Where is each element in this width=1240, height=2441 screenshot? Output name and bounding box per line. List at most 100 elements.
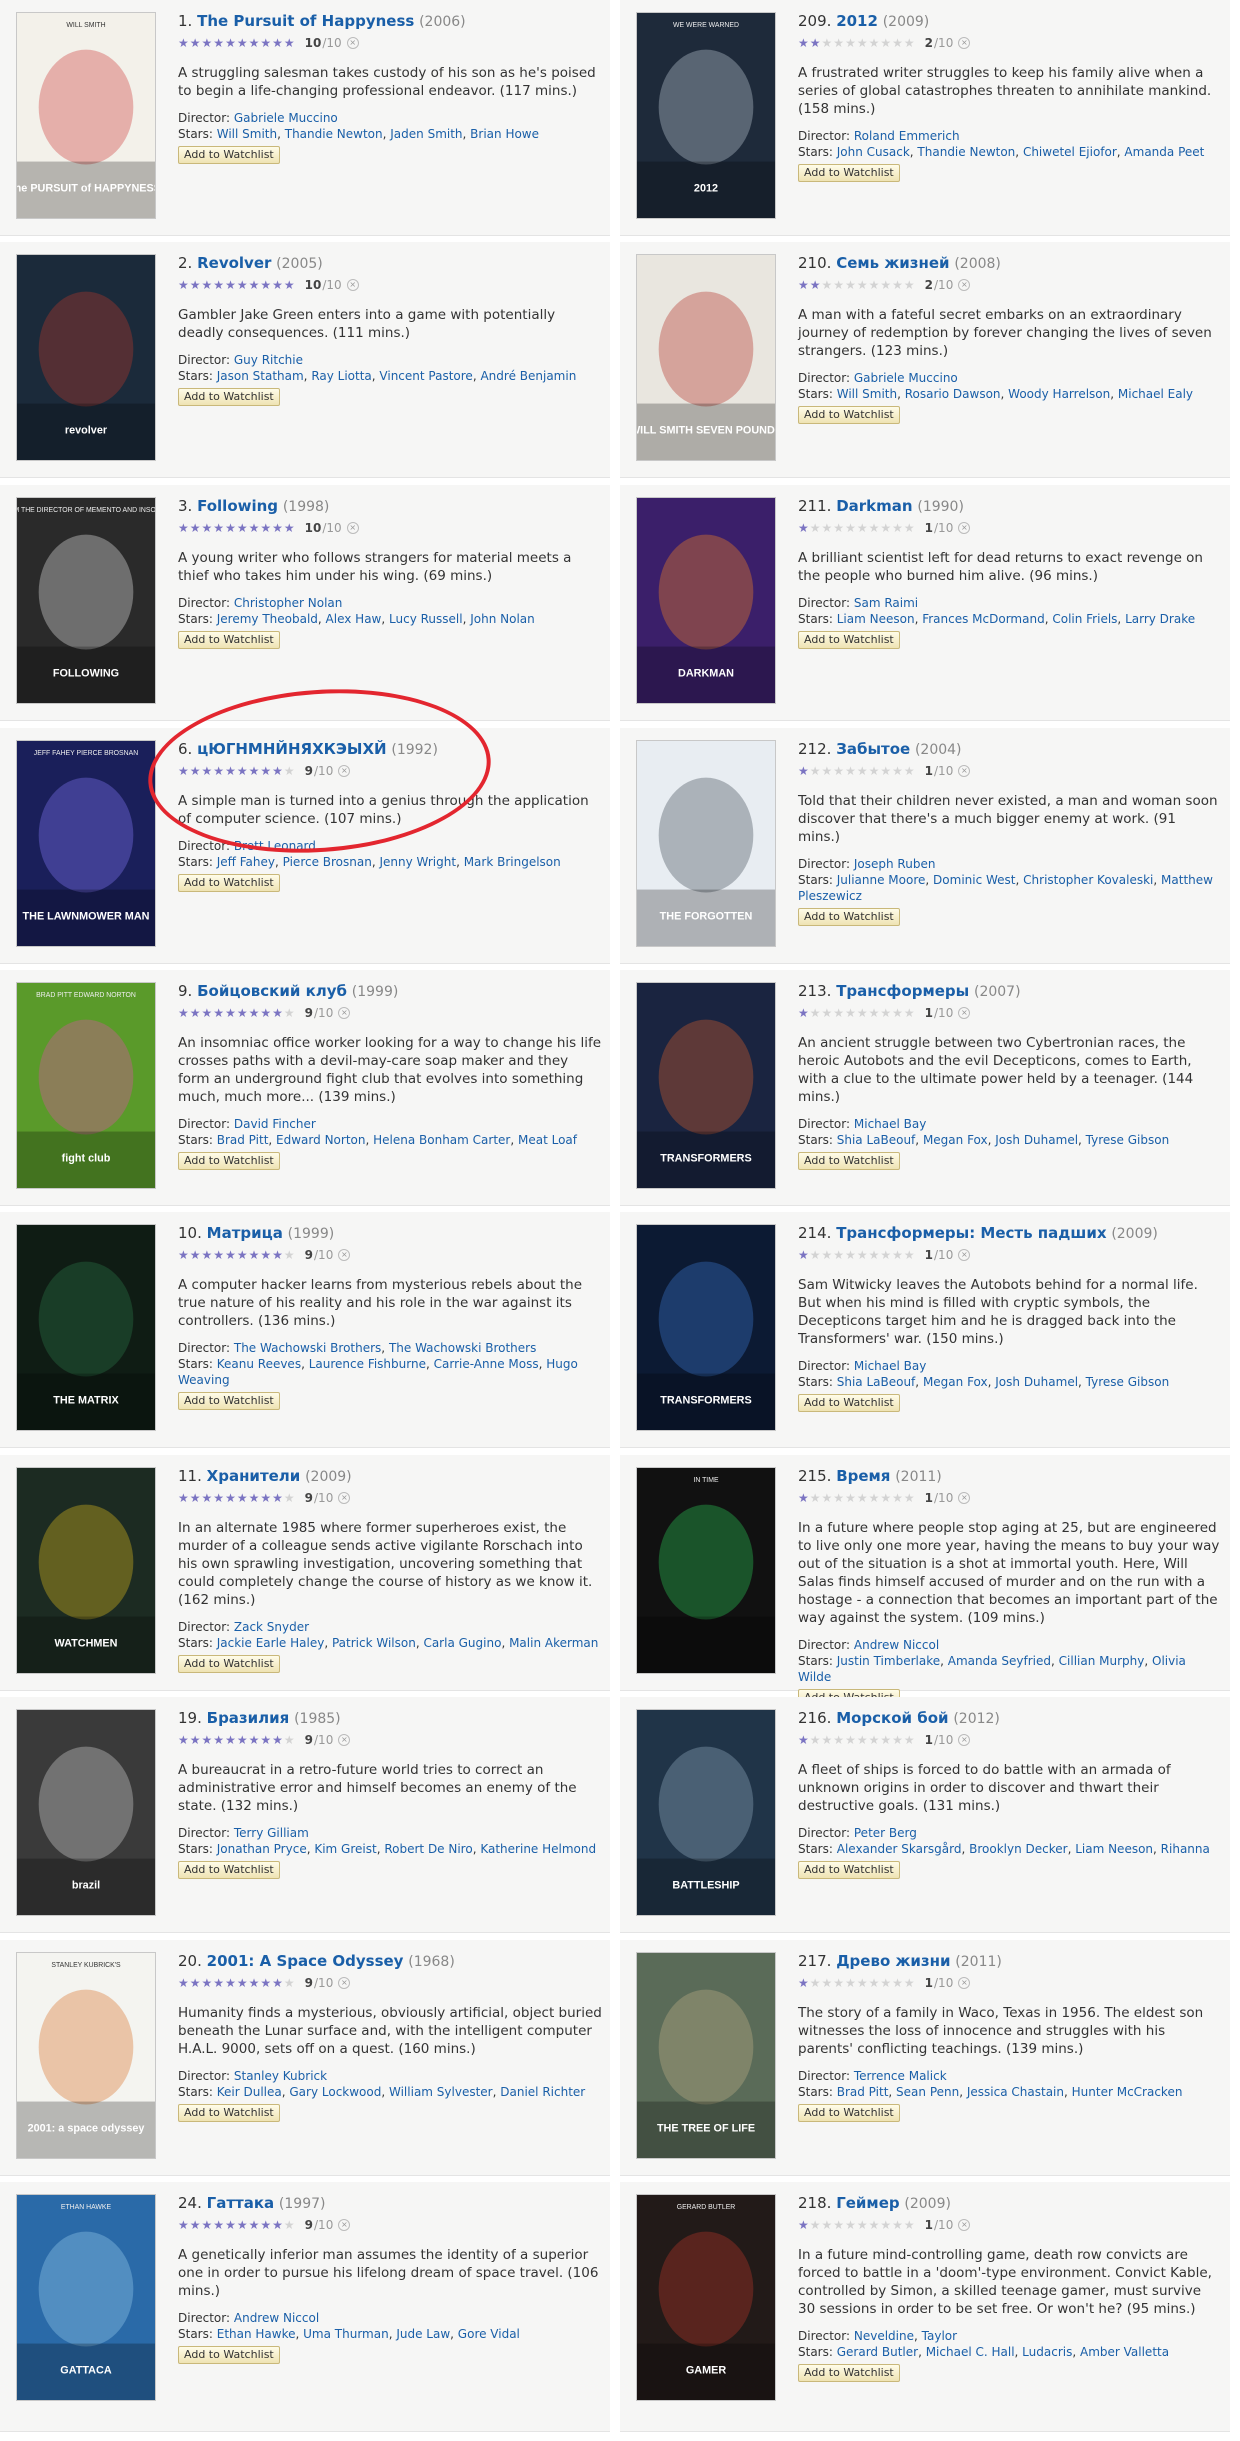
star-rating-widget[interactable]: ★ ★ ★ ★ ★ ★ ★ ★ ★ ★ [178, 1734, 295, 1746]
star-icon[interactable]: ★ [284, 1734, 295, 1746]
actor-link[interactable]: Liam Neeson [837, 612, 915, 626]
star-icon[interactable]: ★ [190, 1492, 201, 1504]
actor-link[interactable]: Katherine Helmond [480, 1842, 596, 1856]
star-rating-widget[interactable]: ★ ★ ★ ★ ★ ★ ★ ★ ★ ★ [178, 279, 295, 291]
star-icon[interactable]: ★ [892, 522, 903, 534]
star-icon[interactable]: ★ [284, 522, 295, 534]
clear-rating-icon[interactable]: × [338, 1249, 351, 1261]
actor-link[interactable]: Edward Norton [276, 1133, 365, 1147]
director-link[interactable]: Michael Bay [854, 1117, 926, 1131]
star-icon[interactable]: ★ [798, 1492, 809, 1504]
star-icon[interactable]: ★ [798, 1977, 809, 1989]
star-icon[interactable]: ★ [822, 37, 833, 49]
star-icon[interactable]: ★ [213, 1977, 224, 1989]
add-to-watchlist-button[interactable]: Add to Watchlist [798, 164, 900, 182]
star-icon[interactable]: ★ [892, 37, 903, 49]
star-icon[interactable]: ★ [845, 765, 856, 777]
star-icon[interactable]: ★ [845, 1249, 856, 1261]
movie-title-link[interactable]: Древо жизни [836, 1952, 950, 1970]
star-icon[interactable]: ★ [857, 2219, 868, 2231]
star-icon[interactable]: ★ [249, 1007, 260, 1019]
star-icon[interactable]: ★ [249, 522, 260, 534]
star-icon[interactable]: ★ [810, 1734, 821, 1746]
star-icon[interactable]: ★ [237, 1492, 248, 1504]
star-icon[interactable]: ★ [284, 1007, 295, 1019]
actor-link[interactable]: Dominic West [933, 873, 1015, 887]
actor-link[interactable]: Patrick Wilson [332, 1636, 416, 1650]
actor-link[interactable]: Robert De Niro [384, 1842, 472, 1856]
star-rating-widget[interactable]: ★ ★ ★ ★ ★ ★ ★ ★ ★ ★ [798, 1734, 915, 1746]
star-icon[interactable]: ★ [213, 279, 224, 291]
star-icon[interactable]: ★ [249, 37, 260, 49]
add-to-watchlist-button[interactable]: Add to Watchlist [798, 908, 900, 926]
add-to-watchlist-button[interactable]: Add to Watchlist [798, 2364, 900, 2382]
star-icon[interactable]: ★ [213, 1734, 224, 1746]
star-icon[interactable]: ★ [178, 1492, 189, 1504]
star-icon[interactable]: ★ [798, 37, 809, 49]
star-rating-widget[interactable]: ★ ★ ★ ★ ★ ★ ★ ★ ★ ★ [178, 522, 295, 534]
star-rating-widget[interactable]: ★ ★ ★ ★ ★ ★ ★ ★ ★ ★ [798, 765, 915, 777]
actor-link[interactable]: Jackie Earle Haley [217, 1636, 325, 1650]
actor-link[interactable]: Helena Bonham Carter [373, 1133, 510, 1147]
director-link[interactable]: Peter Berg [854, 1826, 917, 1840]
director-link[interactable]: Taylor [922, 2329, 957, 2343]
star-icon[interactable]: ★ [225, 1734, 236, 1746]
add-to-watchlist-button[interactable]: Add to Watchlist [178, 1152, 280, 1170]
star-icon[interactable]: ★ [798, 765, 809, 777]
star-icon[interactable]: ★ [284, 2219, 295, 2231]
actor-link[interactable]: Megan Fox [923, 1375, 988, 1389]
actor-link[interactable]: Ray Liotta [311, 369, 371, 383]
star-icon[interactable]: ★ [202, 1977, 213, 1989]
add-to-watchlist-button[interactable]: Add to Watchlist [178, 631, 280, 649]
star-icon[interactable]: ★ [833, 765, 844, 777]
clear-rating-icon[interactable]: × [958, 2219, 971, 2231]
star-icon[interactable]: ★ [272, 1977, 283, 1989]
poster-link[interactable]: STANLEY KUBRICK'S 2001: a space odyssey [16, 1952, 156, 2159]
star-icon[interactable]: ★ [260, 279, 271, 291]
poster-link[interactable]: THE FORGOTTEN [636, 740, 776, 947]
clear-rating-icon[interactable]: × [338, 1734, 351, 1746]
star-icon[interactable]: ★ [202, 2219, 213, 2231]
star-icon[interactable]: ★ [190, 1977, 201, 1989]
actor-link[interactable]: Josh Duhamel [995, 1133, 1078, 1147]
star-icon[interactable]: ★ [237, 1734, 248, 1746]
star-icon[interactable]: ★ [260, 522, 271, 534]
star-icon[interactable]: ★ [272, 279, 283, 291]
movie-title-link[interactable]: Семь жизней [836, 254, 949, 272]
star-icon[interactable]: ★ [190, 522, 201, 534]
star-icon[interactable]: ★ [202, 1734, 213, 1746]
star-icon[interactable]: ★ [249, 1492, 260, 1504]
clear-rating-icon[interactable]: × [958, 37, 971, 49]
star-icon[interactable]: ★ [213, 1492, 224, 1504]
add-to-watchlist-button[interactable]: Add to Watchlist [178, 1392, 280, 1410]
actor-link[interactable]: Kim Greist [314, 1842, 376, 1856]
star-icon[interactable]: ★ [892, 1492, 903, 1504]
star-icon[interactable]: ★ [225, 1977, 236, 1989]
director-link[interactable]: The Wachowski Brothers [389, 1341, 536, 1355]
star-icon[interactable]: ★ [190, 2219, 201, 2231]
poster-link[interactable]: DARKMAN [636, 497, 776, 704]
actor-link[interactable]: Megan Fox [923, 1133, 988, 1147]
star-icon[interactable]: ★ [272, 1249, 283, 1261]
star-icon[interactable]: ★ [833, 2219, 844, 2231]
star-icon[interactable]: ★ [822, 279, 833, 291]
actor-link[interactable]: Carla Gugino [423, 1636, 501, 1650]
star-icon[interactable]: ★ [249, 765, 260, 777]
star-icon[interactable]: ★ [833, 1249, 844, 1261]
star-icon[interactable]: ★ [810, 2219, 821, 2231]
add-to-watchlist-button[interactable]: Add to Watchlist [178, 2346, 280, 2364]
star-icon[interactable]: ★ [178, 765, 189, 777]
star-icon[interactable]: ★ [260, 37, 271, 49]
movie-title-link[interactable]: Забытое [836, 740, 910, 758]
star-icon[interactable]: ★ [190, 37, 201, 49]
poster-link[interactable]: TRANSFORMERS [636, 1224, 776, 1431]
star-icon[interactable]: ★ [249, 2219, 260, 2231]
actor-link[interactable]: Brian Howe [470, 127, 539, 141]
poster-link[interactable]: brazil [16, 1709, 156, 1916]
director-link[interactable]: Roland Emmerich [854, 129, 960, 143]
star-rating-widget[interactable]: ★ ★ ★ ★ ★ ★ ★ ★ ★ ★ [798, 37, 915, 49]
poster-link[interactable]: WE WERE WARNED 2012 [636, 12, 776, 219]
star-icon[interactable]: ★ [202, 522, 213, 534]
clear-rating-icon[interactable]: × [958, 1249, 971, 1261]
star-icon[interactable]: ★ [857, 1249, 868, 1261]
